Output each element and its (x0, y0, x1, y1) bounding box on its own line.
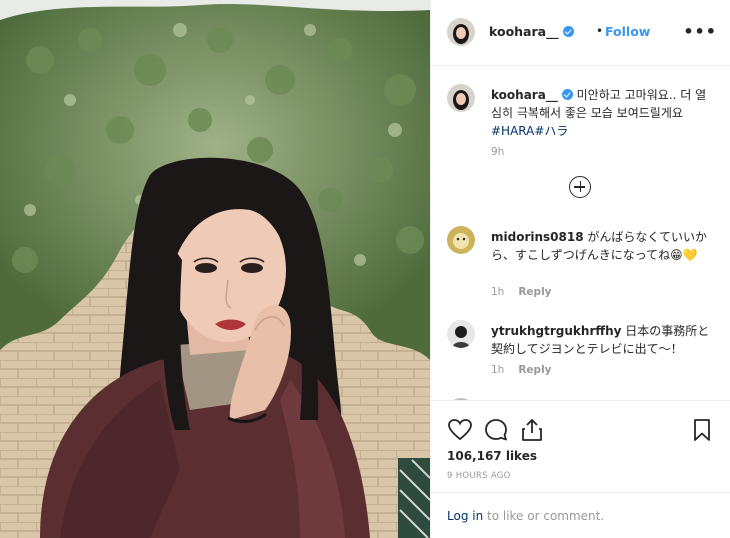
avatar[interactable] (447, 18, 475, 46)
header-username-text[interactable]: koohara__ (489, 24, 559, 39)
comment-username[interactable]: ytrukhgtrgukhrffhy (491, 324, 621, 338)
login-prompt: Log in to like or comment. (447, 509, 604, 523)
share-icon[interactable] (519, 417, 545, 443)
header-username[interactable]: koohara__ (489, 24, 574, 39)
post-timestamp[interactable]: 9 HOURS AGO (447, 471, 511, 481)
bookmark-icon[interactable] (689, 417, 715, 443)
verified-badge-icon (561, 89, 573, 100)
reply-button[interactable]: Reply (518, 286, 551, 298)
more-options-icon[interactable]: ••• (683, 22, 717, 41)
post-header: koohara__ • Follow ••• (431, 0, 730, 66)
post-photo[interactable] (0, 0, 430, 538)
login-bar: Log in to like or comment. (431, 492, 730, 538)
comment-body: midorins0818 がんばらなくていいから、すこしずつげんきになってね😁💛 (491, 228, 716, 264)
post-panel: koohara__ • Follow ••• koohara__ 미안하고 고마… (430, 0, 730, 538)
login-suffix: to like or comment. (483, 509, 605, 523)
comment-body: ytrukhgtrgukhrffhy 日本の事務所と契約してジヨンとテレビに出て… (491, 322, 716, 358)
comment-meta: 1h Reply (491, 286, 552, 298)
comments-list[interactable]: koohara__ 미안하고 고마워요.. 더 열심히 극복해서 좋은 모습 보… (431, 66, 730, 400)
reply-button[interactable]: Reply (518, 364, 551, 376)
plus-circle-icon[interactable] (569, 176, 591, 198)
post-actions: 106,167 likes 9 HOURS AGO Log in to like… (431, 400, 730, 538)
comment-time[interactable]: 1h (491, 364, 504, 376)
avatar[interactable] (447, 226, 475, 254)
caption-hashtags[interactable]: #HARA#ハラ (491, 124, 568, 138)
comment-time[interactable]: 1h (491, 286, 504, 298)
caption-username[interactable]: koohara__ (491, 88, 558, 102)
instagram-post: koohara__ • Follow ••• koohara__ 미안하고 고마… (0, 0, 730, 538)
comment-meta: 1h Reply (491, 364, 552, 376)
caption-time: 9h (491, 146, 504, 158)
selfie-image (0, 0, 430, 538)
caption-body: koohara__ 미안하고 고마워요.. 더 열심히 극복해서 좋은 모습 보… (491, 86, 716, 140)
comment-username[interactable]: midorins0818 (491, 230, 584, 244)
likes-count[interactable]: 106,167 likes (447, 449, 537, 463)
avatar[interactable] (447, 320, 475, 348)
verified-badge-icon (562, 26, 574, 37)
comment-bubble-icon[interactable] (483, 417, 509, 443)
heart-icon[interactable] (447, 417, 473, 443)
avatar[interactable] (447, 84, 475, 112)
follow-button[interactable]: Follow (605, 24, 650, 39)
caption-time-text[interactable]: 9h (491, 146, 504, 158)
login-link[interactable]: Log in (447, 509, 483, 523)
header-separator: • (596, 24, 604, 38)
